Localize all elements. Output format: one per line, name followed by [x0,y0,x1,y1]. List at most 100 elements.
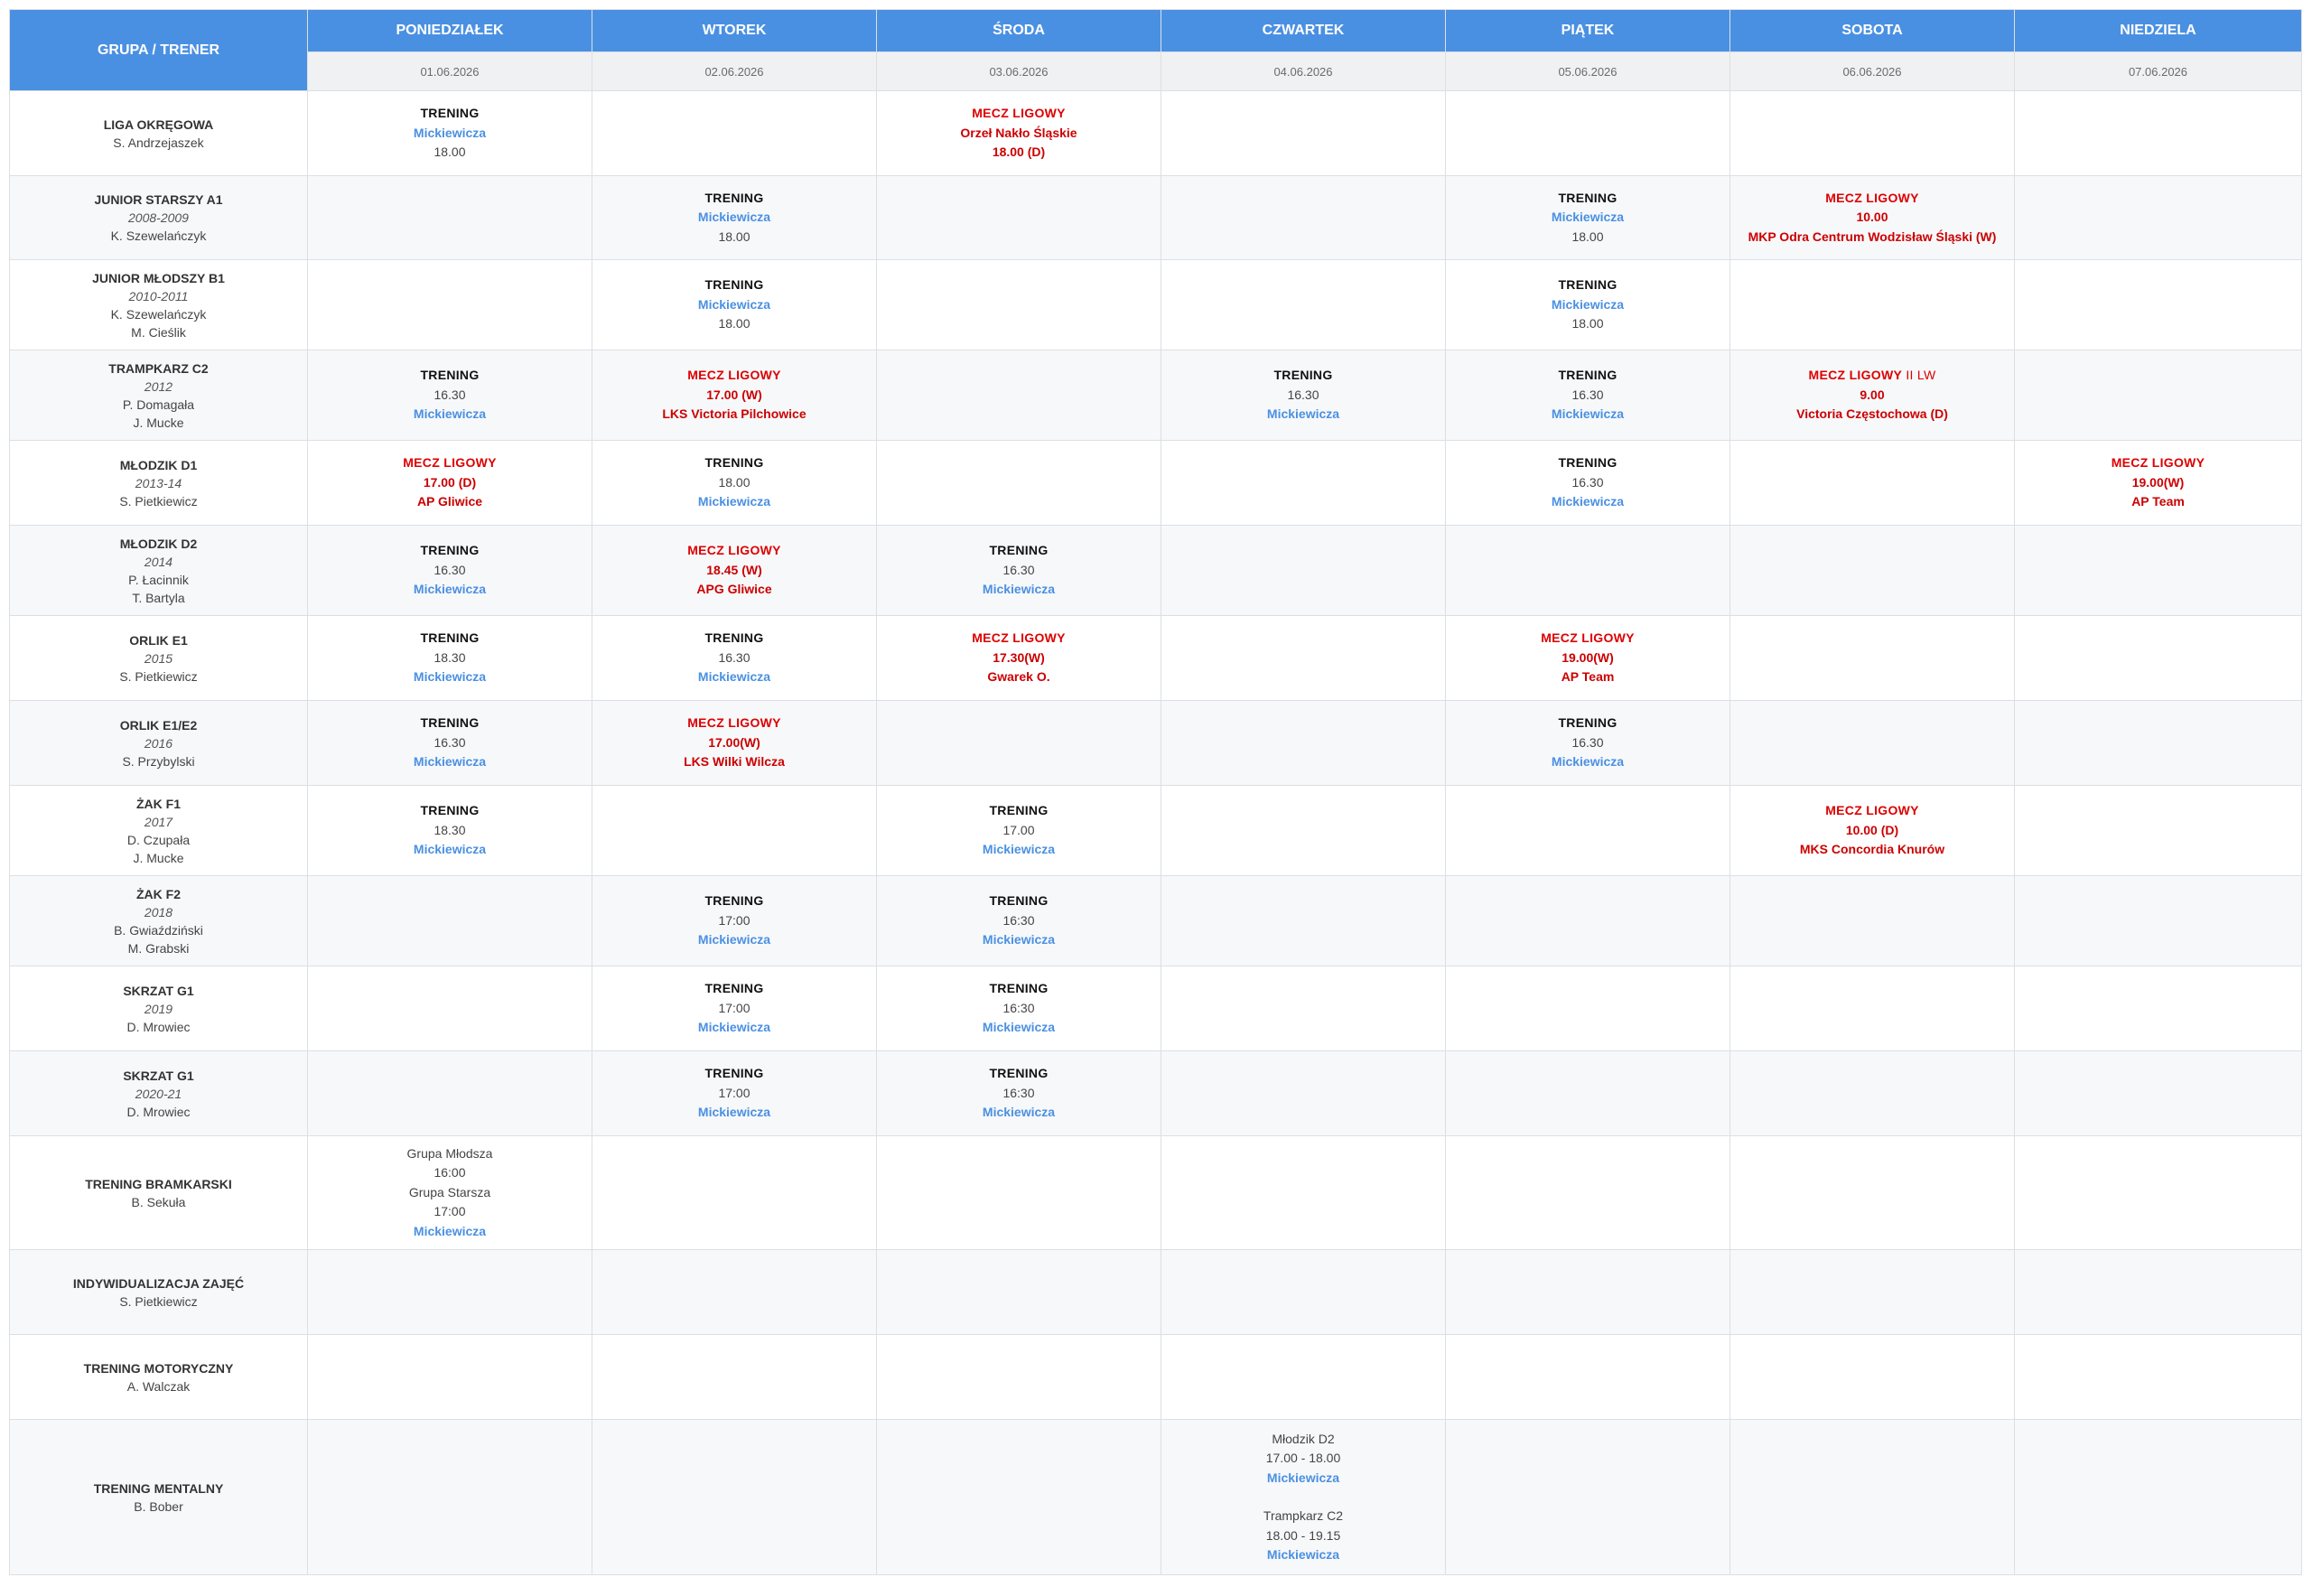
schedule-cell[interactable]: TRENING 16:30 Mickiewicza [876,966,1161,1051]
schedule-cell[interactable] [2014,700,2302,786]
schedule-cell[interactable] [1161,525,1446,616]
schedule-cell[interactable] [2014,1249,2302,1335]
schedule-cell[interactable] [592,1334,877,1420]
schedule-cell[interactable] [2014,966,2302,1051]
schedule-cell[interactable] [1161,785,1446,876]
schedule-cell[interactable]: MECZ LIGOWY 19.00(W) AP Team [1445,615,1730,701]
schedule-cell[interactable] [307,1249,592,1335]
schedule-cell[interactable]: TRENING 17.00 Mickiewicza [876,785,1161,876]
schedule-cell[interactable] [876,700,1161,786]
schedule-cell[interactable]: TRENING 16.30 Mickiewicza [307,700,592,786]
schedule-cell[interactable]: MECZ LIGOWY 19.00(W) AP Team [2014,440,2302,526]
schedule-cell[interactable]: TRENING Mickiewicza 18.00 [592,175,877,260]
schedule-cell[interactable]: TRENING 16.30 Mickiewicza [1161,350,1446,441]
schedule-cell[interactable] [1729,90,2015,176]
schedule-cell[interactable]: TRENING Mickiewicza 18.00 [1445,175,1730,260]
schedule-cell[interactable] [1729,875,2015,966]
schedule-cell[interactable]: MECZ LIGOWY 17.00 (D) AP Gliwice [307,440,592,526]
schedule-cell[interactable] [1161,1249,1446,1335]
schedule-cell[interactable] [2014,1334,2302,1420]
schedule-cell[interactable] [1445,875,1730,966]
schedule-cell[interactable]: Młodzik D2 17.00 - 18.00 Mickiewicza Trampk… [1161,1419,1446,1575]
schedule-cell[interactable] [2014,875,2302,966]
schedule-cell[interactable] [2014,350,2302,441]
schedule-cell[interactable]: TRENING 16:30 Mickiewicza [876,875,1161,966]
schedule-cell[interactable] [1445,1050,1730,1136]
schedule-cell[interactable] [1445,1334,1730,1420]
schedule-cell[interactable] [1729,700,2015,786]
schedule-cell[interactable] [307,1050,592,1136]
schedule-cell[interactable] [876,1419,1161,1575]
schedule-cell[interactable] [307,966,592,1051]
schedule-cell[interactable] [876,1135,1161,1250]
schedule-cell[interactable]: MECZ LIGOWY 17.00(W) LKS Wilki Wilcza [592,700,877,786]
schedule-cell[interactable] [1729,525,2015,616]
schedule-cell[interactable] [307,1419,592,1575]
schedule-cell[interactable] [1729,1249,2015,1335]
schedule-cell[interactable] [2014,1419,2302,1575]
schedule-cell[interactable] [1161,1334,1446,1420]
schedule-cell[interactable] [2014,175,2302,260]
schedule-cell[interactable] [876,259,1161,350]
schedule-cell[interactable] [592,785,877,876]
schedule-cell[interactable] [1729,259,2015,350]
schedule-cell[interactable] [876,350,1161,441]
schedule-cell[interactable]: TRENING 18.00 Mickiewicza [592,440,877,526]
schedule-cell[interactable] [1161,259,1446,350]
schedule-cell[interactable] [592,90,877,176]
schedule-cell[interactable] [1729,1419,2015,1575]
schedule-cell[interactable] [307,175,592,260]
schedule-cell[interactable] [592,1419,877,1575]
schedule-cell[interactable]: TRENING 18.30 Mickiewicza [307,785,592,876]
schedule-cell[interactable] [1445,966,1730,1051]
schedule-cell[interactable] [1445,1135,1730,1250]
schedule-cell[interactable] [307,259,592,350]
schedule-cell[interactable]: TRENING 16.30 Mickiewicza [1445,350,1730,441]
schedule-cell[interactable] [1161,175,1446,260]
schedule-cell[interactable] [1161,1135,1446,1250]
schedule-cell[interactable] [2014,615,2302,701]
schedule-cell[interactable]: MECZ LIGOWY II LW 9.00 Victoria Częstochow… [1729,350,2015,441]
schedule-cell[interactable]: TRENING 16.30 Mickiewicza [876,525,1161,616]
schedule-cell[interactable] [876,440,1161,526]
schedule-cell[interactable] [1161,90,1446,176]
schedule-cell[interactable]: TRENING 16.30 Mickiewicza [307,350,592,441]
schedule-cell[interactable] [592,1135,877,1250]
schedule-cell[interactable] [2014,259,2302,350]
schedule-cell[interactable]: TRENING 16.30 Mickiewicza [592,615,877,701]
schedule-cell[interactable] [1161,700,1446,786]
schedule-cell[interactable] [1161,615,1446,701]
schedule-cell[interactable] [307,1334,592,1420]
schedule-cell[interactable] [1445,90,1730,176]
schedule-cell[interactable] [876,1334,1161,1420]
schedule-cell[interactable] [2014,1050,2302,1136]
schedule-cell[interactable]: TRENING 16.30 Mickiewicza [1445,440,1730,526]
schedule-cell[interactable]: TRENING 16.30 Mickiewicza [1445,700,1730,786]
schedule-cell[interactable] [1445,1419,1730,1575]
schedule-cell[interactable]: TRENING Mickiewicza 18.00 [307,90,592,176]
schedule-cell[interactable] [1729,1050,2015,1136]
schedule-cell[interactable]: Grupa Młodsza 16:00 Grupa Starsza 17:00 Mick… [307,1135,592,1250]
schedule-cell[interactable]: TRENING Mickiewicza 18.00 [1445,259,1730,350]
schedule-cell[interactable] [1161,440,1446,526]
schedule-cell[interactable] [1729,615,2015,701]
schedule-cell[interactable] [1445,1249,1730,1335]
schedule-cell[interactable] [1161,966,1446,1051]
schedule-cell[interactable] [1445,785,1730,876]
schedule-cell[interactable] [1161,1050,1446,1136]
schedule-cell[interactable] [2014,785,2302,876]
schedule-cell[interactable] [1729,440,2015,526]
schedule-cell[interactable] [1161,875,1446,966]
schedule-cell[interactable] [876,175,1161,260]
schedule-cell[interactable] [2014,525,2302,616]
schedule-cell[interactable]: TRENING Mickiewicza 18.00 [592,259,877,350]
schedule-cell[interactable]: TRENING 16:30 Mickiewicza [876,1050,1161,1136]
schedule-cell[interactable]: MECZ LIGOWY Orzeł Nakło Śląskie 18.00 (D) [876,90,1161,176]
schedule-cell[interactable]: TRENING 17:00 Mickiewicza [592,875,877,966]
schedule-cell[interactable]: MECZ LIGOWY 10.00 MKP Odra Centrum Wodzisł… [1729,175,2015,260]
schedule-cell[interactable]: MECZ LIGOWY 17.00 (W) LKS Victoria Pilchow… [592,350,877,441]
schedule-cell[interactable] [592,1249,877,1335]
schedule-cell[interactable]: TRENING 18.30 Mickiewicza [307,615,592,701]
schedule-cell[interactable] [1445,525,1730,616]
schedule-cell[interactable]: TRENING 17:00 Mickiewicza [592,1050,877,1136]
